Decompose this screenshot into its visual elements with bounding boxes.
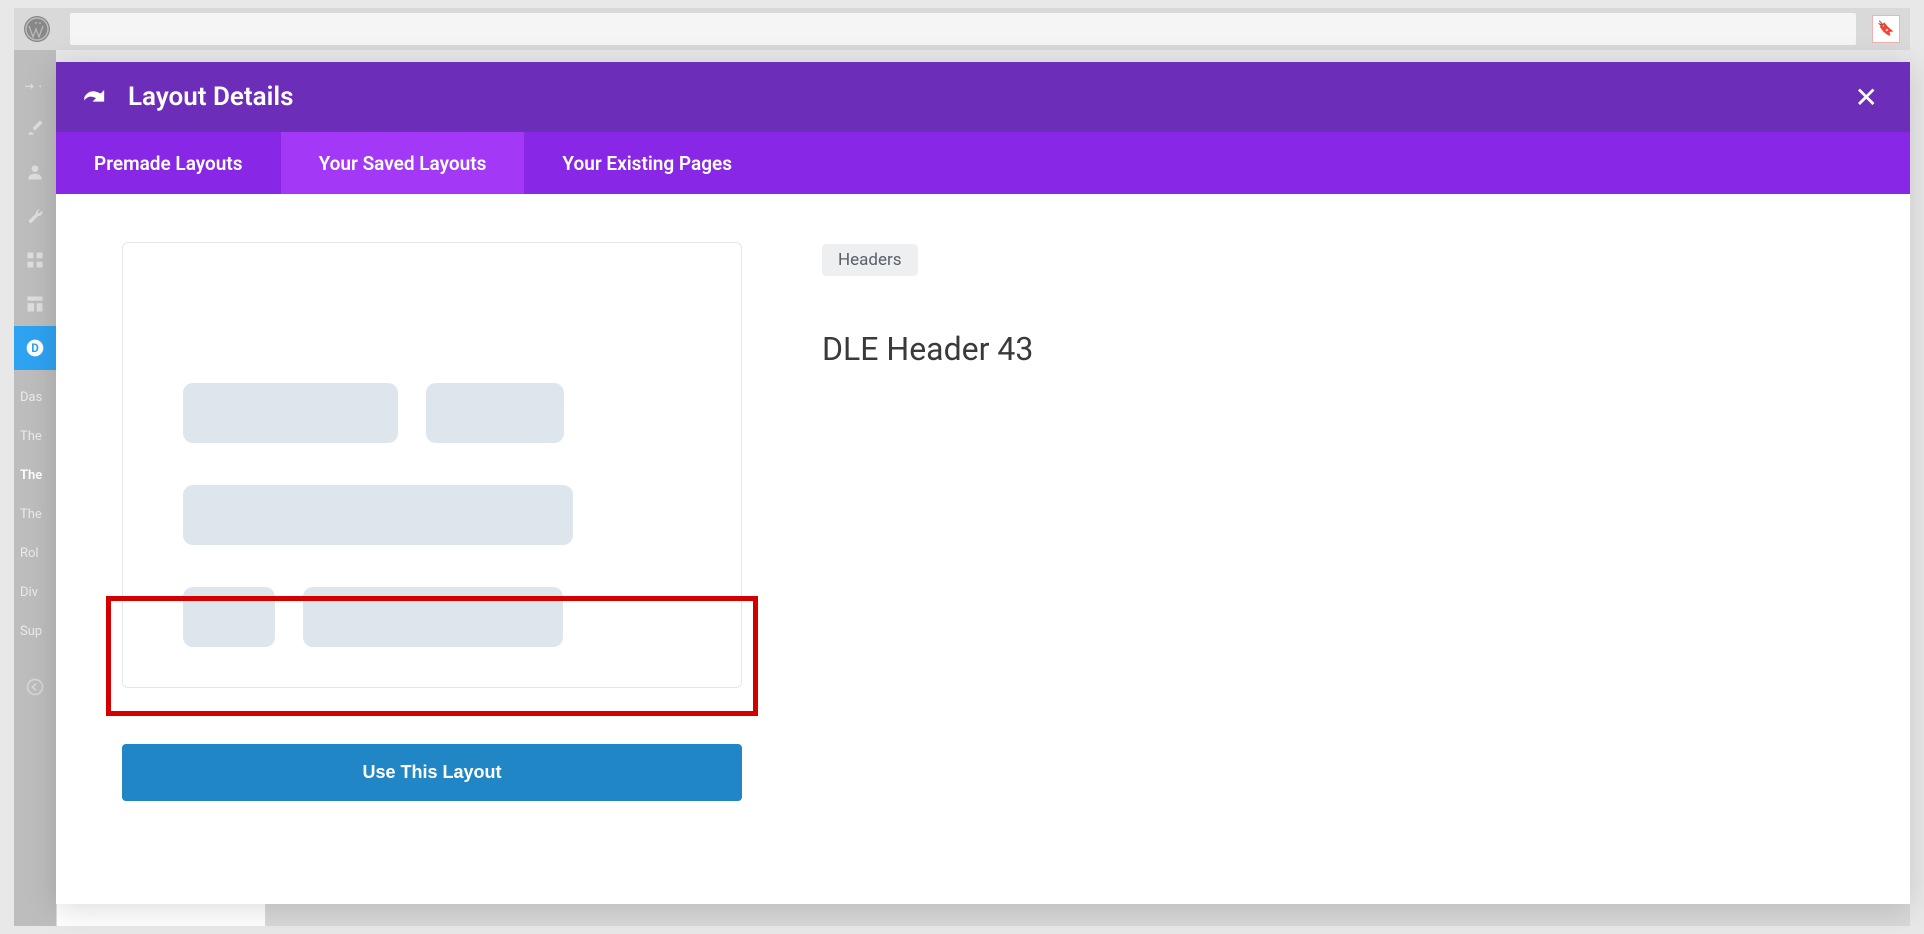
close-button[interactable]: ✕ [1855, 81, 1878, 114]
sidebar-item[interactable]: The [14, 417, 56, 456]
skeleton-block [183, 383, 398, 443]
sidebar-item[interactable]: The [14, 456, 56, 495]
sidebar-item[interactable]: The [14, 495, 56, 534]
layout-icon[interactable] [14, 282, 56, 326]
pin-icon[interactable] [14, 62, 56, 106]
collapse-sidebar-icon[interactable] [14, 665, 56, 709]
back-button[interactable] [82, 85, 110, 109]
layout-preview-panel: Use This Layout [122, 242, 742, 856]
layout-details-modal: Layout Details ✕ Premade Layouts Your Sa… [56, 62, 1910, 904]
modal-header: Layout Details ✕ [56, 62, 1910, 132]
layout-name: DLE Header 43 [822, 330, 1844, 368]
modal-title: Layout Details [128, 82, 293, 112]
modal-tabs: Premade Layouts Your Saved Layouts Your … [56, 132, 1910, 194]
skeleton-block [183, 587, 275, 647]
wordpress-logo-icon[interactable] [24, 16, 50, 42]
brush-icon[interactable] [14, 106, 56, 150]
url-bar[interactable] [70, 13, 1856, 45]
layout-preview-card [122, 242, 742, 688]
category-tag[interactable]: Headers [822, 244, 918, 276]
tab-premade-layouts[interactable]: Premade Layouts [56, 132, 281, 194]
tab-your-saved-layouts[interactable]: Your Saved Layouts [281, 132, 525, 194]
modal-content: Use This Layout Headers DLE Header 43 [56, 194, 1910, 904]
divi-icon[interactable]: D [14, 326, 56, 370]
skeleton-block [303, 587, 563, 647]
user-icon[interactable] [14, 150, 56, 194]
skeleton-block [426, 383, 564, 443]
layout-details-panel: Headers DLE Header 43 [822, 242, 1844, 856]
svg-text:D: D [31, 341, 39, 355]
tab-your-existing-pages[interactable]: Your Existing Pages [524, 132, 770, 194]
sidebar-item[interactable]: Das [14, 378, 56, 417]
skeleton-block [183, 485, 573, 545]
wp-admin-bar: 🔖 [14, 8, 1910, 50]
sidebar-item[interactable]: Rol [14, 534, 56, 573]
use-this-layout-button[interactable]: Use This Layout [122, 744, 742, 801]
extension-icon[interactable]: 🔖 [1872, 15, 1900, 43]
wrench-icon[interactable] [14, 194, 56, 238]
sidebar-item[interactable]: Div [14, 573, 56, 612]
grid-icon[interactable] [14, 238, 56, 282]
wp-admin-sidebar: D Das The The The Rol Div Sup [14, 50, 56, 926]
sidebar-item[interactable]: Sup [14, 612, 56, 651]
